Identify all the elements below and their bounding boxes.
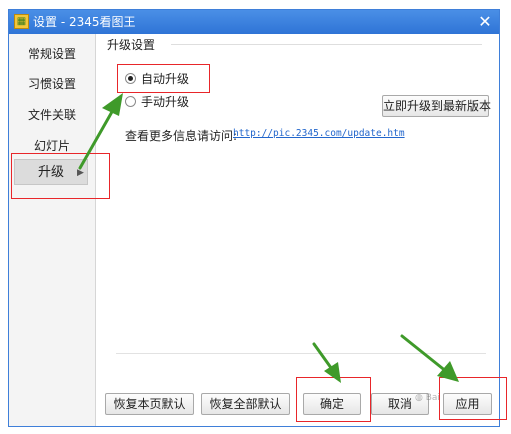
sidebar-item-file-association[interactable]: 文件关联 <box>9 104 95 126</box>
ok-button[interactable]: 确定 <box>303 393 361 415</box>
app-logo-icon: ▦ <box>14 14 29 29</box>
upgrade-now-button[interactable]: 立即升级到最新版本 <box>382 95 491 117</box>
sidebar-item-upgrade[interactable]: 升级 ▶ <box>14 159 88 185</box>
section-divider <box>171 44 482 45</box>
restore-all-defaults-button[interactable]: 恢复全部默认 <box>201 393 290 415</box>
sidebar-item-slideshow[interactable]: 幻灯片 <box>9 135 95 157</box>
footer-divider <box>116 353 486 354</box>
title-bar[interactable]: ▦ 设置 - 2345看图王 ✕ <box>9 10 499 34</box>
sidebar-item-general[interactable]: 常规设置 <box>9 43 95 65</box>
auto-upgrade-radio[interactable] <box>125 73 136 84</box>
sidebar-item-label: 升级 <box>37 165 64 180</box>
settings-sidebar: 常规设置 习惯设置 文件关联 幻灯片 升级 ▶ <box>9 34 96 426</box>
triangle-right-icon: ▶ <box>77 168 84 178</box>
close-button[interactable]: ✕ <box>475 12 495 32</box>
apply-button[interactable]: 应用 <box>443 393 492 415</box>
window-title: 设置 - 2345看图王 <box>33 15 136 29</box>
more-info-label: 查看更多信息请访问: <box>125 129 238 143</box>
section-title: 升级设置 <box>107 38 156 52</box>
manual-upgrade-label[interactable]: 手动升级 <box>141 95 189 109</box>
manual-upgrade-radio[interactable] <box>125 96 136 107</box>
sidebar-item-habits[interactable]: 习惯设置 <box>9 73 95 95</box>
settings-window: ▦ 设置 - 2345看图王 ✕ 常规设置 习惯设置 文件关联 幻灯片 升级 ▶ <box>8 9 500 427</box>
watermark-logo: ◍ Bai <box>415 393 440 403</box>
restore-page-defaults-button[interactable]: 恢复本页默认 <box>105 393 194 415</box>
update-info-link[interactable]: http://pic.2345.com/update.htm <box>233 128 405 139</box>
auto-upgrade-label[interactable]: 自动升级 <box>141 72 189 86</box>
